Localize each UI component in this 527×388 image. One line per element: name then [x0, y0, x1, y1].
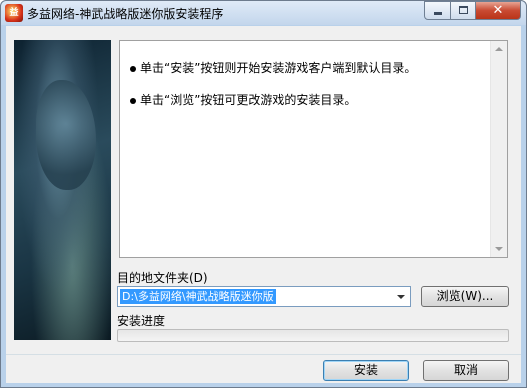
vertical-scrollbar[interactable]	[490, 41, 507, 257]
progress-label: 安装进度	[117, 314, 166, 328]
destination-label: 目的地文件夹(D)	[117, 271, 208, 285]
instructions-box: 单击“安装”按钮则开始安装游戏客户端到默认目录。 单击“浏览”按钮可更改游戏的安…	[119, 40, 508, 258]
scroll-up-icon[interactable]	[495, 47, 503, 51]
minimize-button[interactable]	[424, 1, 451, 20]
browse-button[interactable]: 浏览(W)...	[421, 286, 509, 307]
install-progress-bar	[117, 329, 509, 342]
sidebar-creature-shape	[36, 80, 96, 190]
minimize-icon	[434, 12, 442, 15]
instruction-install-text: 单击“安装”按钮则开始安装游戏客户端到默认目录。	[140, 61, 417, 75]
app-icon: 益	[5, 4, 23, 22]
cancel-button[interactable]: 取消	[423, 360, 509, 381]
close-icon: ✕	[492, 3, 504, 18]
destination-path-value[interactable]: D:\多益网络\神武战略版迷你版	[120, 289, 276, 304]
divider	[6, 354, 521, 355]
bullet-icon	[130, 97, 136, 104]
destination-path-combo[interactable]: D:\多益网络\神武战略版迷你版	[117, 286, 411, 307]
title-bar[interactable]: 益 多益网络-神武战略版迷你版安装程序 ✕	[1, 1, 526, 25]
bullet-icon	[130, 65, 136, 72]
sidebar-banner-image	[14, 40, 111, 340]
installer-window: 益 多益网络-神武战略版迷你版安装程序 ✕ 单击“安装”按钮则开始安装游戏客户端…	[0, 0, 527, 388]
window-title: 多益网络-神武战略版迷你版安装程序	[27, 7, 224, 21]
instruction-install: 单击“安装”按钮则开始安装游戏客户端到默认目录。	[130, 59, 416, 76]
client-area: 单击“安装”按钮则开始安装游戏客户端到默认目录。 单击“浏览”按钮可更改游戏的安…	[6, 26, 521, 383]
scroll-down-icon[interactable]	[495, 247, 503, 251]
maximize-button[interactable]	[450, 1, 476, 20]
chevron-down-icon[interactable]	[392, 287, 410, 306]
instruction-browse-text: 单击“浏览”按钮可更改游戏的安装目录。	[140, 93, 357, 107]
install-button[interactable]: 安装	[323, 360, 409, 381]
instruction-browse: 单击“浏览”按钮可更改游戏的安装目录。	[130, 91, 356, 108]
maximize-icon	[459, 6, 468, 14]
close-button[interactable]: ✕	[475, 1, 521, 20]
